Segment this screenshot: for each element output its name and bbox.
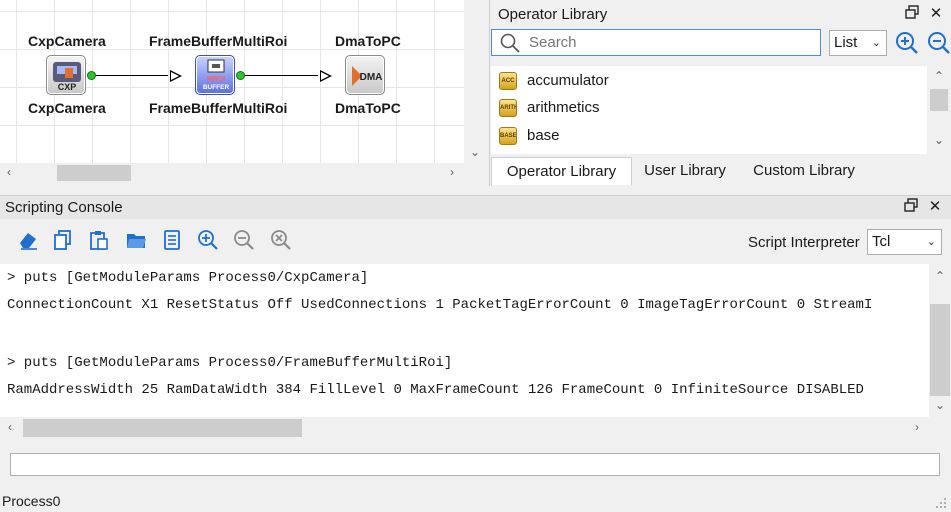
list-item[interactable]: ACC accumulator (491, 68, 927, 94)
list-item-label: arithmetics (527, 99, 600, 116)
output-port[interactable] (236, 71, 245, 80)
interpreter-value: Tcl (872, 233, 891, 250)
folder-icon: BASE (499, 127, 517, 145)
interpreter-select[interactable]: Tcl ⌄ (867, 229, 942, 255)
close-icon[interactable]: ✕ (927, 5, 945, 23)
node-label-top: CxpCamera (28, 33, 106, 49)
scroll-thumb[interactable] (23, 419, 302, 437)
node-label-bottom: CxpCamera (28, 100, 106, 116)
dma-module-icon[interactable]: DMA (345, 55, 385, 95)
console-line: > puts [GetModuleParams Process0/CxpCame… (7, 270, 369, 286)
float-panel-icon[interactable] (902, 198, 920, 216)
scroll-thumb[interactable] (930, 304, 950, 396)
scroll-down-icon[interactable]: ⌄ (468, 146, 482, 158)
view-mode-value: List (834, 34, 858, 51)
design-canvas[interactable]: CxpCamera CXP CxpCamera FrameBufferMulti… (0, 0, 464, 163)
command-input[interactable] (10, 453, 940, 476)
output-port[interactable] (87, 71, 96, 80)
interpreter-label: Script Interpreter (748, 234, 860, 251)
resize-grip-icon[interactable] (934, 496, 948, 510)
node-label-bottom: DmaToPC (335, 100, 401, 116)
scroll-left-icon[interactable]: ‹ (2, 166, 16, 178)
zoom-out-icon[interactable] (927, 31, 951, 55)
scroll-down-icon[interactable]: ⌄ (932, 134, 946, 146)
node-label-top: FrameBufferMultiRoi (149, 33, 288, 49)
arrow-icon (320, 70, 332, 82)
camera-module-icon[interactable]: CXP (46, 55, 86, 95)
arrow-icon (170, 70, 182, 82)
copy-icon[interactable] (52, 229, 74, 251)
folder-icon: ACC (499, 72, 517, 90)
status-text: Process0 (2, 493, 61, 509)
console-line: > puts [GetModuleParams Process0/FrameBu… (7, 355, 453, 371)
close-icon[interactable]: ✕ (926, 198, 944, 216)
connection-line (245, 75, 318, 76)
panel-title: Operator Library (498, 6, 608, 23)
open-folder-icon[interactable] (125, 229, 147, 251)
svg-text:MROI: MROI (207, 76, 225, 83)
list-item[interactable]: BASE base (491, 123, 927, 149)
scroll-right-icon[interactable]: › (445, 166, 459, 178)
view-mode-select[interactable]: List ⌄ (829, 30, 887, 56)
zoom-out-icon[interactable] (233, 229, 255, 251)
connection-line (96, 75, 168, 76)
node-label-bottom: FrameBufferMultiRoi (149, 100, 288, 116)
scroll-up-icon[interactable]: ⌃ (932, 70, 946, 82)
scroll-down-icon[interactable]: ⌄ (933, 399, 947, 411)
search-input[interactable] (529, 33, 809, 52)
buffer-module-icon[interactable]: MROI BUFFER (195, 55, 235, 95)
console-title-bar: Scripting Console ✕ (0, 195, 951, 219)
search-icon (500, 33, 520, 53)
scroll-up-icon[interactable]: ⌃ (933, 270, 947, 282)
scroll-thumb[interactable] (57, 165, 131, 181)
node-label-top: DmaToPC (335, 33, 401, 49)
list-item-label: base (527, 127, 560, 144)
scroll-right-icon[interactable]: › (910, 421, 924, 433)
tab-custom-library[interactable]: Custom Library (740, 157, 868, 185)
eraser-icon[interactable] (17, 229, 39, 251)
library-vertical-scrollbar[interactable]: ⌃ ⌄ (929, 66, 950, 154)
zoom-reset-icon[interactable] (270, 229, 292, 251)
console-line: RamAddressWidth 25 RamDataWidth 384 Fill… (7, 382, 864, 398)
diagram-vertical-scrollbar[interactable]: ⌄ (464, 0, 486, 163)
search-field[interactable] (491, 29, 821, 56)
zoom-in-icon[interactable] (895, 31, 919, 55)
chevron-down-icon: ⌄ (926, 236, 936, 248)
float-panel-icon[interactable] (903, 5, 921, 23)
tab-operator-library[interactable]: Operator Library (491, 157, 632, 185)
console-vertical-scrollbar[interactable]: ⌃ ⌄ (929, 264, 951, 417)
scroll-thumb[interactable] (930, 89, 948, 111)
paste-icon[interactable] (88, 229, 110, 251)
tab-user-library[interactable]: User Library (633, 157, 737, 185)
console-horizontal-scrollbar[interactable]: ‹ › (0, 417, 951, 439)
svg-text:BUFFER: BUFFER (203, 84, 230, 91)
svg-text:DMA: DMA (360, 72, 383, 83)
panel-title: Scripting Console (5, 199, 123, 216)
folder-icon: ARITH (499, 99, 517, 117)
chevron-down-icon: ⌄ (871, 37, 881, 49)
scroll-left-icon[interactable]: ‹ (3, 421, 17, 433)
list-item-label: accumulator (527, 72, 609, 89)
diagram-horizontal-scrollbar[interactable]: ‹ › (0, 163, 464, 183)
operator-library-panel: Operator Library ✕ List ⌄ ACC accumulato… (489, 0, 951, 186)
operator-list: ACC accumulator ARITH arithmetics BASE b… (491, 66, 927, 154)
console-line: ConnectionCount X1 ResetStatus Off UsedC… (7, 297, 873, 313)
svg-text:CXP: CXP (58, 82, 77, 92)
script-book-icon[interactable] (161, 229, 183, 251)
zoom-in-icon[interactable] (197, 229, 219, 251)
console-output[interactable]: > puts [GetModuleParams Process0/CxpCame… (0, 264, 929, 417)
list-item[interactable]: ARITH arithmetics (491, 95, 927, 121)
